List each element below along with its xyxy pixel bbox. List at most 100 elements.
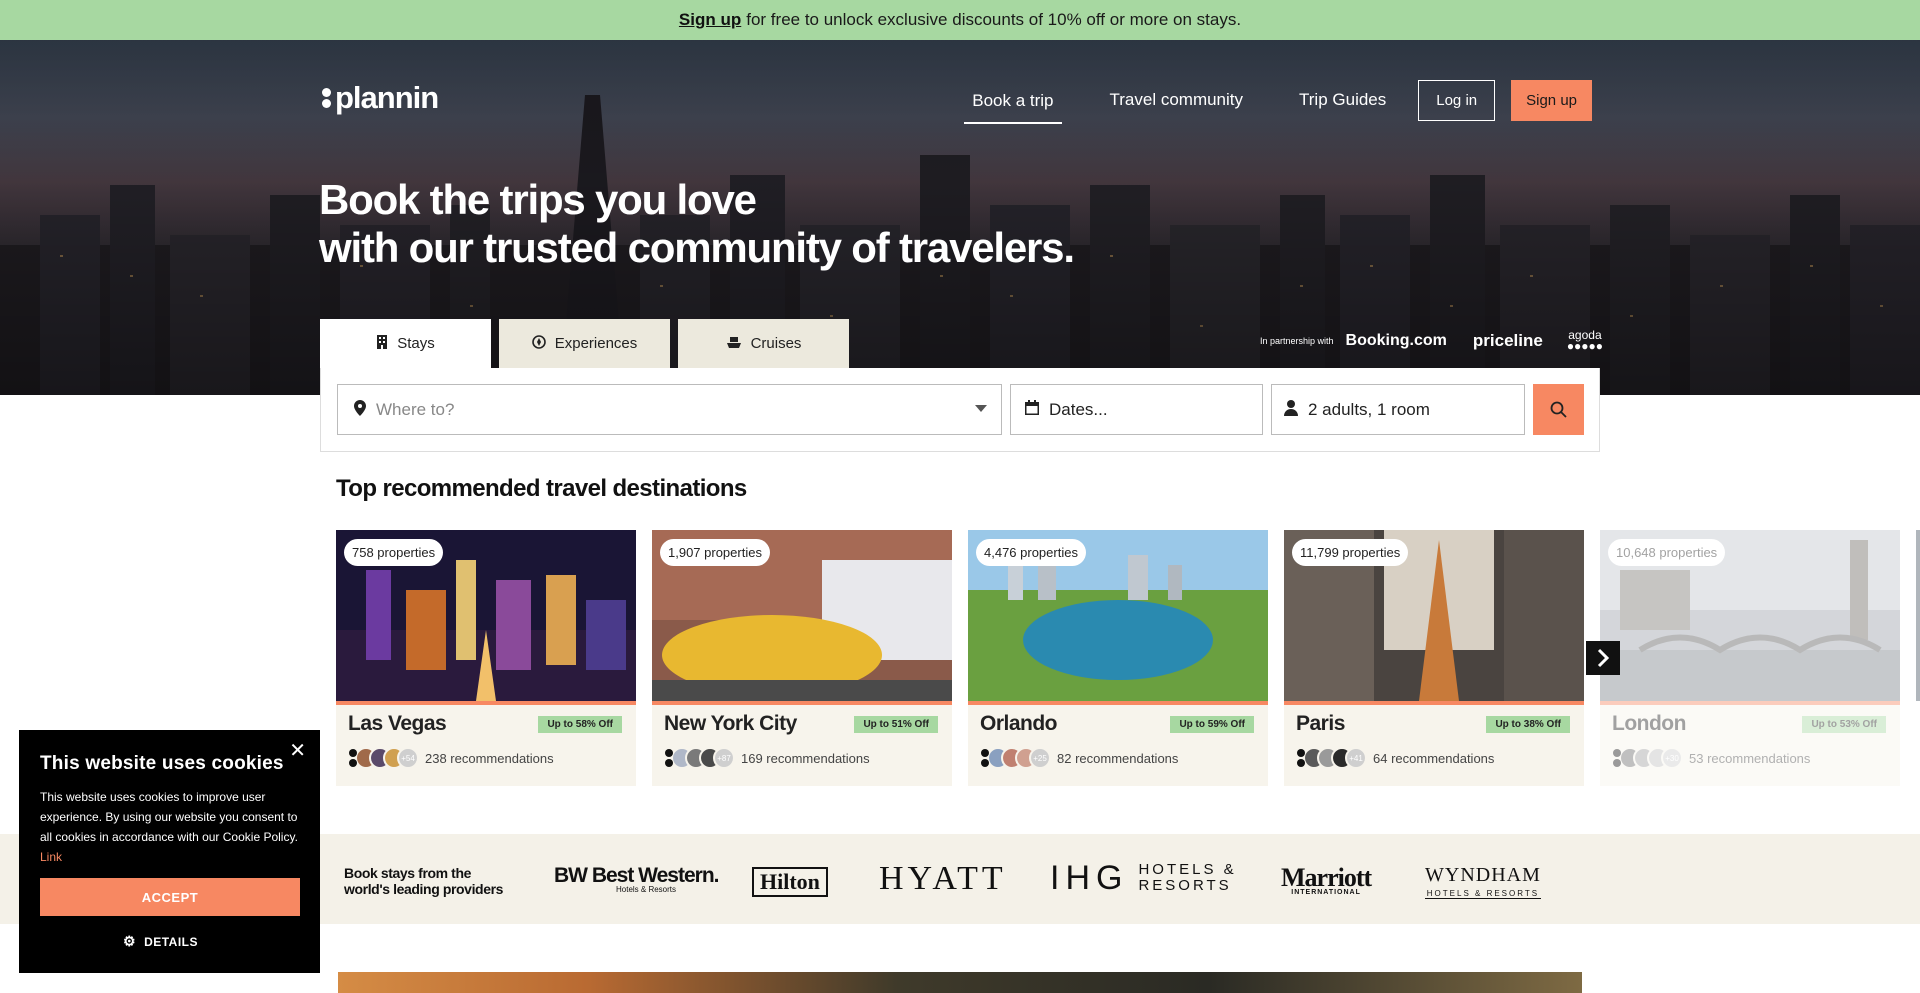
logo-mark-icon — [320, 85, 333, 111]
hilton-logo: Hilton — [752, 867, 828, 897]
marriott-logo: Marriott INTERNATIONAL — [1281, 863, 1372, 896]
featured-banner-image — [338, 972, 1582, 993]
recommendations-row: +87 169 recommendations — [664, 747, 870, 769]
search-icon — [1550, 401, 1567, 418]
destination-card-las-vegas[interactable]: 758 properties Las Vegas Up to 58% Off +… — [336, 530, 636, 786]
login-button[interactable]: Log in — [1418, 79, 1496, 121]
recommendations-row: +41 64 recommendations — [1296, 747, 1494, 769]
deal-badge: Up to 38% Off — [1486, 716, 1570, 733]
recommendations-count: 53 recommendations — [1689, 750, 1811, 766]
cookie-body: This website uses cookies to improve use… — [40, 787, 305, 867]
calendar-icon — [1025, 400, 1039, 419]
recommendations-row: +54 238 recommendations — [348, 747, 554, 769]
marriott-name: Marriott — [1281, 863, 1372, 892]
plannin-mark-icon — [348, 747, 357, 769]
partner-agoda-label: agoda — [1568, 328, 1602, 342]
ihg-name: IHG — [1050, 859, 1129, 897]
tab-experiences[interactable]: Experiences — [499, 319, 670, 368]
gear-icon: ⚙ — [123, 933, 137, 949]
ihg-sub-line2: RESORTS — [1138, 877, 1232, 894]
guests-value: 2 adults, 1 room — [1308, 399, 1430, 419]
booking-tabs: Stays Experiences Cruises — [320, 319, 857, 368]
ship-icon — [726, 335, 742, 352]
nav-book-a-trip[interactable]: Book a trip — [964, 83, 1062, 124]
card-accent-stripe — [1284, 701, 1584, 705]
property-count-badge: 10,648 properties — [1608, 539, 1726, 566]
partners-intro: In partnership with — [1260, 336, 1334, 346]
destination-name: London — [1612, 712, 1686, 735]
partners-strip: In partnership with Booking.com pricelin… — [1260, 328, 1604, 353]
plannin-logo[interactable]: plannin — [320, 80, 439, 116]
search-panel: Where to? Dates... 2 adults, 1 room — [320, 368, 1600, 452]
section-title: Top recommended travel destinations — [336, 475, 747, 502]
destination-card-london[interactable]: 10,648 properties London Up to 53% Off +… — [1600, 530, 1900, 786]
cookie-title: This website uses cookies — [40, 753, 284, 774]
card-accent-stripe — [652, 701, 952, 705]
card-accent-stripe — [336, 701, 636, 705]
nav-trip-guides[interactable]: Trip Guides — [1291, 82, 1394, 118]
deal-badge: Up to 51% Off — [854, 716, 938, 733]
partner-booking: Booking.com — [1345, 332, 1447, 349]
destination-name: Paris — [1296, 712, 1345, 735]
destination-carousel: 758 properties Las Vegas Up to 58% Off +… — [336, 530, 1920, 786]
wyndham-logo: WYNDHAM HOTELS & RESORTS — [1425, 864, 1541, 899]
tab-cruises[interactable]: Cruises — [678, 319, 849, 368]
destination-input[interactable]: Where to? — [337, 384, 1002, 435]
carousel-next-button[interactable] — [1586, 641, 1620, 675]
destination-name: Las Vegas — [348, 712, 447, 735]
destination-card-new-york-city[interactable]: 1,907 properties New York City Up to 51%… — [652, 530, 952, 786]
cookie-accept-button[interactable]: ACCEPT — [40, 878, 300, 916]
signup-button[interactable]: Sign up — [1511, 79, 1592, 121]
providers-lead-line1: Book stays from the — [344, 865, 471, 881]
search-button[interactable] — [1533, 384, 1584, 435]
providers-lead-line2: world's leading providers — [344, 881, 504, 897]
best-western-logo: BW Best Western. Hotels & Resorts — [554, 864, 719, 894]
partner-agoda: agoda ●●●●● — [1566, 328, 1604, 353]
cookie-details-button[interactable]: ⚙ DETAILS — [123, 933, 198, 950]
dates-input[interactable]: Dates... — [1010, 384, 1263, 435]
more-avatars-count: +41 — [1345, 747, 1367, 769]
recommendations-count: 64 recommendations — [1373, 750, 1495, 766]
hyatt-logo: HYATT — [879, 860, 1007, 897]
cookie-consent-dialog: ✕ This website uses cookies This website… — [19, 730, 320, 973]
dates-placeholder: Dates... — [1049, 399, 1108, 419]
ihg-logo: IHG HOTELS & RESORTS — [1050, 859, 1237, 897]
nav-travel-community[interactable]: Travel community — [1102, 82, 1252, 118]
plannin-mark-icon — [1612, 747, 1621, 769]
guests-input[interactable]: 2 adults, 1 room — [1271, 384, 1525, 435]
best-western-name: BW Best Western. — [554, 864, 719, 887]
chevron-down-icon[interactable] — [975, 405, 987, 412]
hero-headline-line2: with our trusted community of travelers. — [319, 224, 1075, 271]
ihg-sub-line1: HOTELS & — [1138, 861, 1237, 878]
more-avatars-count: +54 — [397, 747, 419, 769]
wyndham-name: WYNDHAM — [1425, 864, 1541, 886]
more-avatars-count: +87 — [713, 747, 735, 769]
destination-card-orlando[interactable]: 4,476 properties Orlando Up to 59% Off +… — [968, 530, 1268, 786]
hero-headline: Book the trips you love with our trusted… — [319, 176, 1075, 272]
compass-icon — [531, 335, 546, 352]
recommendations-count: 82 recommendations — [1057, 750, 1179, 766]
destination-name: Orlando — [980, 712, 1058, 735]
destination-card-paris[interactable]: 11,799 properties Paris Up to 38% Off +4… — [1284, 530, 1584, 786]
tab-stays-label: Stays — [397, 335, 435, 352]
promo-signup-link[interactable]: Sign up — [679, 10, 741, 30]
property-count-badge: 4,476 properties — [976, 539, 1086, 566]
recommendations-row: +30 53 recommendations — [1612, 747, 1810, 769]
cookie-policy-link[interactable]: Link — [40, 850, 62, 864]
deal-badge: Up to 59% Off — [1170, 716, 1254, 733]
close-icon[interactable]: ✕ — [289, 738, 306, 763]
deal-badge: Up to 53% Off — [1802, 716, 1886, 733]
tab-stays[interactable]: Stays — [320, 319, 491, 368]
property-count-badge: 1,907 properties — [660, 539, 770, 566]
chevron-right-icon — [1597, 648, 1610, 668]
hero-headline-line1: Book the trips you love — [319, 176, 757, 223]
plannin-mark-icon — [664, 747, 673, 769]
plannin-mark-icon — [1296, 747, 1305, 769]
recommendations-row: +25 82 recommendations — [980, 747, 1178, 769]
logo-text: plannin — [335, 80, 439, 115]
tab-cruises-label: Cruises — [750, 335, 802, 352]
recommendations-count: 238 recommendations — [425, 750, 554, 766]
person-icon — [1284, 399, 1298, 420]
cookie-body-text: This website uses cookies to improve use… — [40, 790, 298, 844]
wyndham-sub: HOTELS & RESORTS — [1426, 889, 1540, 898]
